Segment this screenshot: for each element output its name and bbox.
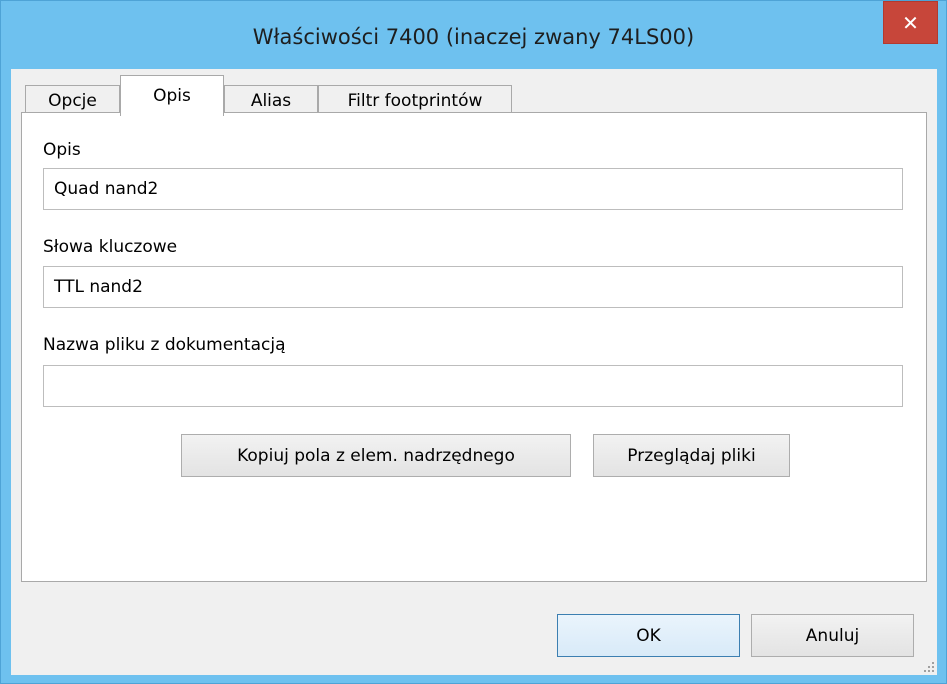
browse-files-label: Przeglądaj pliki — [627, 445, 756, 466]
tab-label: Filtr footprintów — [347, 90, 483, 111]
window-title: Właściwości 7400 (inaczej zwany 74LS00) — [252, 25, 695, 49]
description-field[interactable]: Quad nand2 — [43, 168, 903, 210]
keywords-field[interactable]: TTL nand2 — [43, 266, 903, 308]
docfile-label: Nazwa pliku z dokumentacją — [43, 335, 286, 355]
keywords-label: Słowa kluczowe — [43, 237, 178, 257]
tab-opcje[interactable]: Opcje — [25, 85, 120, 115]
tab-panel-opis: Opis Quad nand2 Słowa kluczowe TTL nand2… — [21, 112, 927, 582]
copy-from-parent-label: Kopiuj pola z elem. nadrzędnego — [237, 445, 515, 466]
close-icon: ✕ — [902, 10, 919, 35]
tab-opis[interactable]: Opis — [120, 75, 224, 116]
tab-label: Alias — [250, 90, 292, 111]
ok-label: OK — [636, 625, 661, 646]
description-label: Opis — [43, 140, 81, 160]
close-button[interactable]: ✕ — [883, 1, 938, 44]
tab-label: Opis — [153, 86, 191, 106]
tab-label: Opcje — [48, 90, 97, 111]
copy-from-parent-button[interactable]: Kopiuj pola z elem. nadrzędnego — [181, 434, 571, 477]
dialog-client-area: Opcje Opis Alias Filtr footprintów Opis … — [11, 69, 937, 675]
docfile-field[interactable] — [43, 365, 903, 407]
resize-grip-icon[interactable] — [923, 661, 935, 673]
dialog-window: Właściwości 7400 (inaczej zwany 74LS00) … — [0, 0, 947, 684]
cancel-button[interactable]: Anuluj — [751, 614, 914, 657]
tab-filtr-footprintow[interactable]: Filtr footprintów — [318, 85, 512, 115]
cancel-label: Anuluj — [805, 625, 860, 646]
ok-button[interactable]: OK — [557, 614, 740, 657]
tab-alias[interactable]: Alias — [224, 85, 318, 115]
browse-files-button[interactable]: Przeglądaj pliki — [593, 434, 790, 477]
